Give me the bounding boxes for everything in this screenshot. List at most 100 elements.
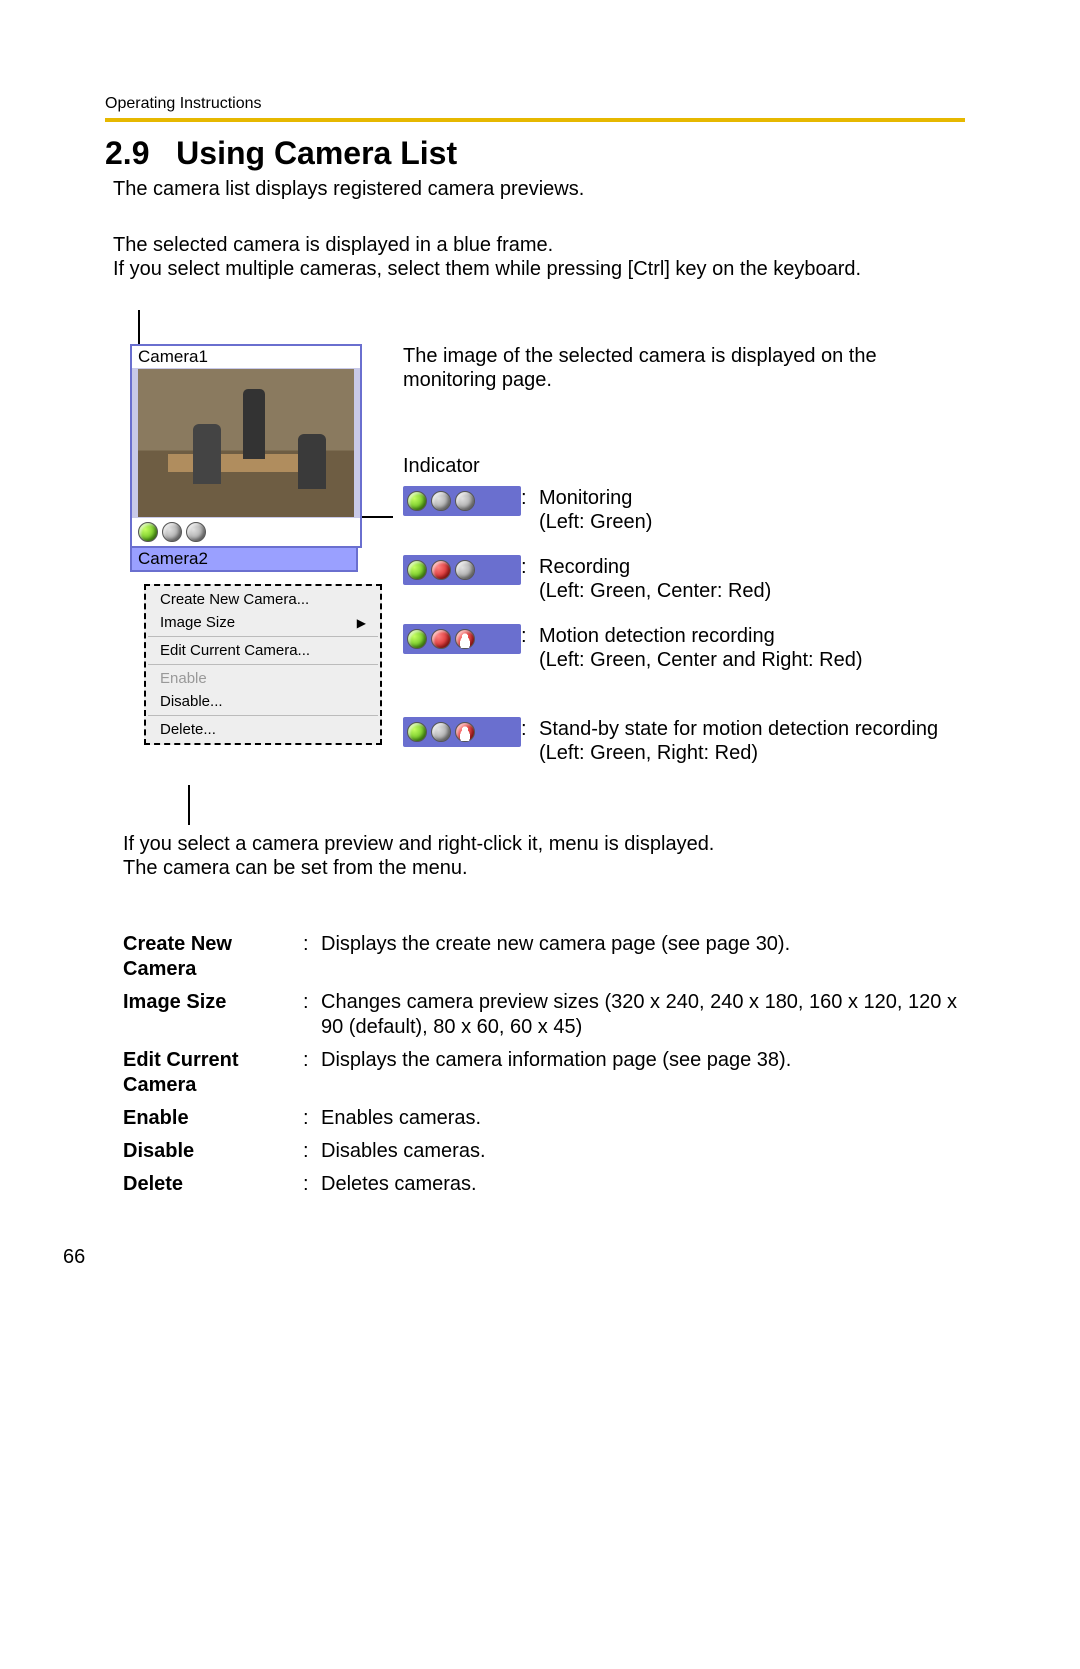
indicator-desc: Monitoring (Left: Green) <box>539 486 963 534</box>
indicator-row-recording: : Recording (Left: Green, Center: Red) <box>403 555 963 603</box>
indicator-detail: (Left: Green) <box>539 511 652 533</box>
orb-green-icon <box>407 722 427 742</box>
indicator-label: Recording <box>539 556 630 578</box>
colon: : <box>521 555 539 579</box>
colon: : <box>303 990 321 1015</box>
header-rule <box>105 118 965 122</box>
section-title: Using Camera List <box>176 135 457 171</box>
menu-disable[interactable]: Disable... <box>146 690 380 713</box>
orb-green-icon <box>407 491 427 511</box>
menu-image-size[interactable]: Image Size▶ <box>146 611 380 634</box>
def-term: Delete <box>123 1172 303 1197</box>
indicator-row-standby: : Stand-by state for motion detection re… <box>403 717 963 765</box>
def-term: Edit Current Camera <box>123 1048 303 1098</box>
indicator-row-motion: : Motion detection recording (Left: Gree… <box>403 624 963 672</box>
orb-red-icon <box>431 560 451 580</box>
section-heading: 2.9 Using Camera List <box>105 135 457 172</box>
definition-list: Create New Camera : Displays the create … <box>123 932 963 1205</box>
orb-green-icon <box>407 560 427 580</box>
colon: : <box>521 624 539 648</box>
camera2-label[interactable]: Camera2 <box>130 548 358 572</box>
indicator-label: Motion detection recording <box>539 625 775 647</box>
orb-red-icon <box>431 629 451 649</box>
indicator-label: Monitoring <box>539 487 632 509</box>
menu-separator <box>148 715 378 716</box>
def-desc: Displays the create new camera page (see… <box>321 932 963 957</box>
colon: : <box>303 1106 321 1131</box>
selection-info-line1: The selected camera is displayed in a bl… <box>113 234 553 256</box>
colon: : <box>521 717 539 741</box>
indicator-chip <box>403 486 521 516</box>
indicator-left-icon <box>138 522 158 542</box>
def-term: Image Size <box>123 990 303 1015</box>
selection-info: The selected camera is displayed in a bl… <box>113 233 973 281</box>
selection-info-line2: If you select multiple cameras, select t… <box>113 258 861 280</box>
colon: : <box>521 486 539 510</box>
indicator-chip <box>403 624 521 654</box>
def-term: Create New Camera <box>123 932 303 982</box>
monitoring-page-note: The image of the selected camera is disp… <box>403 344 963 392</box>
orb-motion-icon <box>455 722 475 742</box>
camera1-label: Camera1 <box>132 346 360 368</box>
callout-line-menu <box>188 785 190 825</box>
def-create-new-camera: Create New Camera : Displays the create … <box>123 932 963 982</box>
camera1-preview[interactable] <box>132 368 360 518</box>
menu-delete[interactable]: Delete... <box>146 718 380 741</box>
menu-edit-current-camera[interactable]: Edit Current Camera... <box>146 639 380 662</box>
indicator-chip <box>403 555 521 585</box>
def-desc: Disables cameras. <box>321 1139 963 1164</box>
indicator-detail: (Left: Green, Center and Right: Red) <box>539 649 863 671</box>
indicator-detail: (Left: Green, Right: Red) <box>539 742 758 764</box>
indicator-heading: Indicator <box>403 454 963 478</box>
camera-list-screenshot: Camera1 Camera2 Create New Camera... Ima… <box>130 344 380 572</box>
orb-gray-icon <box>431 491 451 511</box>
colon: : <box>303 932 321 957</box>
indicator-center-icon <box>162 522 182 542</box>
orb-gray-icon <box>455 491 475 511</box>
indicator-desc: Stand-by state for motion detection reco… <box>539 717 963 765</box>
right-click-note: If you select a camera preview and right… <box>123 832 723 881</box>
def-enable: Enable : Enables cameras. <box>123 1106 963 1131</box>
menu-edit-label: Edit Current Camera... <box>160 642 310 659</box>
menu-separator <box>148 664 378 665</box>
camera1-indicator-row <box>132 518 360 546</box>
indicator-label: Stand-by state for motion detection reco… <box>539 718 938 740</box>
def-desc: Changes camera preview sizes (320 x 240,… <box>321 990 963 1040</box>
indicator-right-icon <box>186 522 206 542</box>
menu-enable: Enable <box>146 667 380 690</box>
def-image-size: Image Size : Changes camera preview size… <box>123 990 963 1040</box>
orb-green-icon <box>407 629 427 649</box>
indicator-desc: Recording (Left: Green, Center: Red) <box>539 555 963 603</box>
colon: : <box>303 1048 321 1073</box>
def-term: Disable <box>123 1139 303 1164</box>
menu-delete-label: Delete... <box>160 721 216 738</box>
page-number: 66 <box>63 1246 85 1269</box>
running-head: Operating Instructions <box>105 95 262 113</box>
menu-enable-label: Enable <box>160 670 207 687</box>
orb-gray-icon <box>455 560 475 580</box>
camera1-tile[interactable]: Camera1 <box>130 344 362 548</box>
indicator-detail: (Left: Green, Center: Red) <box>539 580 771 602</box>
colon: : <box>303 1172 321 1197</box>
menu-disable-label: Disable... <box>160 693 223 710</box>
orb-motion-icon <box>455 629 475 649</box>
menu-image-size-label: Image Size <box>160 614 235 631</box>
colon: : <box>303 1139 321 1164</box>
def-desc: Deletes cameras. <box>321 1172 963 1197</box>
menu-create-new-camera[interactable]: Create New Camera... <box>146 588 380 611</box>
section-number: 2.9 <box>105 135 149 171</box>
context-menu: Create New Camera... Image Size▶ Edit Cu… <box>144 584 382 745</box>
document-page: Operating Instructions 2.9 Using Camera … <box>0 0 1080 1669</box>
menu-create-label: Create New Camera... <box>160 591 309 608</box>
indicator-row-monitoring: : Monitoring (Left: Green) <box>403 486 963 534</box>
def-edit-current-camera: Edit Current Camera : Displays the camer… <box>123 1048 963 1098</box>
intro-paragraph: The camera list displays registered came… <box>113 178 973 201</box>
def-desc: Displays the camera information page (se… <box>321 1048 963 1073</box>
def-disable: Disable : Disables cameras. <box>123 1139 963 1164</box>
def-term: Enable <box>123 1106 303 1131</box>
def-delete: Delete : Deletes cameras. <box>123 1172 963 1197</box>
indicator-chip <box>403 717 521 747</box>
orb-gray-icon <box>431 722 451 742</box>
indicator-desc: Motion detection recording (Left: Green,… <box>539 624 963 672</box>
def-desc: Enables cameras. <box>321 1106 963 1131</box>
